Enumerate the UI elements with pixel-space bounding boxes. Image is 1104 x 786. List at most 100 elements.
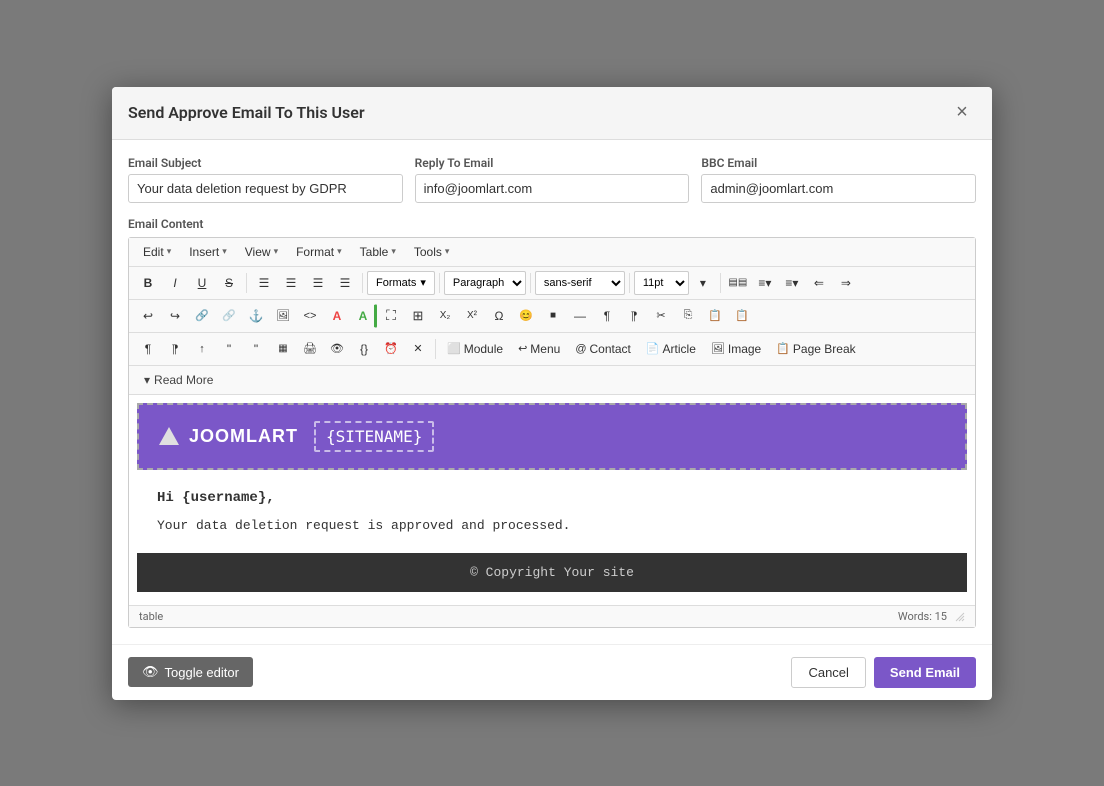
modal-footer: 👁 Toggle editor Cancel Send Email <box>112 644 992 700</box>
align-left-button[interactable]: ☰ <box>251 271 277 295</box>
char-map-button[interactable]: ▦ <box>270 337 296 361</box>
logo-text: JOOMLART <box>189 426 298 447</box>
bcc-label: BBC Email <box>701 156 976 170</box>
email-message: Your data deletion request is approved a… <box>157 518 947 533</box>
module-button[interactable]: ⬜ Module <box>440 337 510 361</box>
emoji-button[interactable]: 😊 <box>513 304 539 328</box>
view-caret: ▾ <box>274 246 279 257</box>
menu-view[interactable]: View ▾ <box>237 242 286 262</box>
superscript-button[interactable]: X² <box>459 304 485 328</box>
size-dropdown[interactable]: ▾ <box>690 271 716 295</box>
email-footer-banner: © Copyright Your site <box>137 553 967 592</box>
modal-close-button[interactable]: × <box>948 99 976 127</box>
omega-button[interactable]: Ω <box>486 304 512 328</box>
menu-insert-button[interactable]: ↩ Menu <box>511 337 567 361</box>
undo-button[interactable]: ↩ <box>135 304 161 328</box>
sep-3 <box>439 273 440 293</box>
fullscreen-button[interactable]: ⛶ <box>378 304 404 328</box>
formats-button[interactable]: Formats ▾ <box>367 271 435 295</box>
highlight-button[interactable]: A <box>351 304 377 328</box>
menu-tools[interactable]: Tools ▾ <box>406 242 458 262</box>
remove-format-button[interactable]: ✕ <box>405 337 431 361</box>
blockquote-open-button[interactable]: " <box>216 337 242 361</box>
paste-button[interactable]: 📋 <box>702 304 728 328</box>
indent-button[interactable]: ⇒ <box>833 271 859 295</box>
email-modal: Send Approve Email To This User × Email … <box>112 87 992 700</box>
table-insert-button[interactable]: ⊞ <box>405 304 431 328</box>
menu-format[interactable]: Format ▾ <box>288 242 350 262</box>
size-select[interactable]: 11pt <box>634 271 689 295</box>
email-logo: JOOMLART <box>159 426 298 447</box>
article-button[interactable]: 📄 Article <box>639 337 703 361</box>
sep-5 <box>629 273 630 293</box>
unordered-list-button[interactable]: ≡▾ <box>752 271 778 295</box>
font-color-button[interactable]: A <box>324 304 350 328</box>
editor-menubar: Edit ▾ Insert ▾ View ▾ Format ▾ <box>129 238 975 267</box>
read-more-button[interactable]: ▾ Read More <box>135 370 222 390</box>
sep-7 <box>435 339 436 359</box>
italic-button[interactable]: I <box>162 271 188 295</box>
code-block-button[interactable]: {} <box>351 337 377 361</box>
image-insert-button[interactable]: 🖼 Image <box>704 337 768 361</box>
align-center-button[interactable]: ☰ <box>278 271 304 295</box>
subscript-button[interactable]: X₂ <box>432 304 458 328</box>
para-ltr-button[interactable]: ¶ <box>594 304 620 328</box>
link-button[interactable]: 🔗 <box>189 304 215 328</box>
cut-button[interactable]: ✂ <box>648 304 674 328</box>
preview-button[interactable]: 👁 <box>324 337 350 361</box>
email-header-banner: JOOMLART {SITENAME} <box>137 403 967 470</box>
subject-input[interactable] <box>128 174 403 203</box>
logo-triangle-icon <box>159 427 179 445</box>
align-justify-button[interactable]: ☰ <box>332 271 358 295</box>
toggle-editor-button[interactable]: 👁 Toggle editor <box>128 657 253 687</box>
code-button[interactable]: <> <box>297 304 323 328</box>
ordered-list-button[interactable]: ≡▾ <box>779 271 805 295</box>
underline-button[interactable]: U <box>189 271 215 295</box>
hr-button[interactable]: — <box>567 304 593 328</box>
email-greeting: Hi {username}, <box>157 490 947 506</box>
p-tag2-button[interactable]: ¶ <box>162 337 188 361</box>
font-select[interactable]: sans-serif <box>535 271 625 295</box>
email-preview: JOOMLART {SITENAME} Hi {username}, Your … <box>129 395 975 600</box>
editor-path: table <box>139 610 163 623</box>
editor-content[interactable]: JOOMLART {SITENAME} Hi {username}, Your … <box>129 395 975 605</box>
editor-statusbar: table Words: 15 <box>129 605 975 627</box>
table-caret: ▾ <box>391 246 396 257</box>
timer-button[interactable]: ⏰ <box>378 337 404 361</box>
image-button[interactable]: 🖼 <box>270 304 296 328</box>
anchor-button[interactable]: ⚓ <box>243 304 269 328</box>
para-rtl-button[interactable]: ¶ <box>621 304 647 328</box>
reply-input[interactable] <box>415 174 690 203</box>
cancel-button[interactable]: Cancel <box>791 657 865 688</box>
special-chars-button[interactable]: ■ <box>540 304 566 328</box>
line-height-button[interactable]: ▤▤ <box>725 271 751 295</box>
page-break-button[interactable]: 📋 Page Break <box>769 337 862 361</box>
toolbar-row-3: ¶ ¶ ↑ " " ▦ 🖨 👁 {} ⏰ ✕ ⬜ Module <box>129 333 975 366</box>
upload-button[interactable]: ↑ <box>189 337 215 361</box>
paste-text-button[interactable]: 📋 <box>729 304 755 328</box>
menu-insert[interactable]: Insert ▾ <box>181 242 235 262</box>
menu-table[interactable]: Table ▾ <box>352 242 404 262</box>
bcc-input[interactable] <box>701 174 976 203</box>
align-right-button[interactable]: ☰ <box>305 271 331 295</box>
paragraph-select[interactable]: Paragraph <box>444 271 526 295</box>
redo-button[interactable]: ↪ <box>162 304 188 328</box>
blockquote-close-button[interactable]: " <box>243 337 269 361</box>
sitename-placeholder: {SITENAME} <box>314 421 434 452</box>
subject-group: Email Subject <box>128 156 403 203</box>
toolbar-row-2: ↩ ↪ 🔗 🔗 ⚓ 🖼 <> A A ⛶ ⊞ X₂ X² Ω 😊 ■ — <box>129 300 975 333</box>
print-button[interactable]: 🖨 <box>297 337 323 361</box>
contact-button[interactable]: @ Contact <box>568 337 638 361</box>
send-email-button[interactable]: Send Email <box>874 657 976 688</box>
footer-actions: Cancel Send Email <box>791 657 976 688</box>
outdent-button[interactable]: ⇐ <box>806 271 832 295</box>
unlink-button[interactable]: 🔗 <box>216 304 242 328</box>
toolbar-row-1: B I U S ☰ ☰ ☰ ☰ Formats ▾ Pa <box>129 267 975 300</box>
p-tag-button[interactable]: ¶ <box>135 337 161 361</box>
resize-handle[interactable] <box>953 610 965 622</box>
copy-button[interactable]: ⎘ <box>675 304 701 328</box>
bold-button[interactable]: B <box>135 271 161 295</box>
menu-edit[interactable]: Edit ▾ <box>135 242 179 262</box>
word-count: Words: 15 <box>898 610 947 623</box>
strikethrough-button[interactable]: S <box>216 271 242 295</box>
